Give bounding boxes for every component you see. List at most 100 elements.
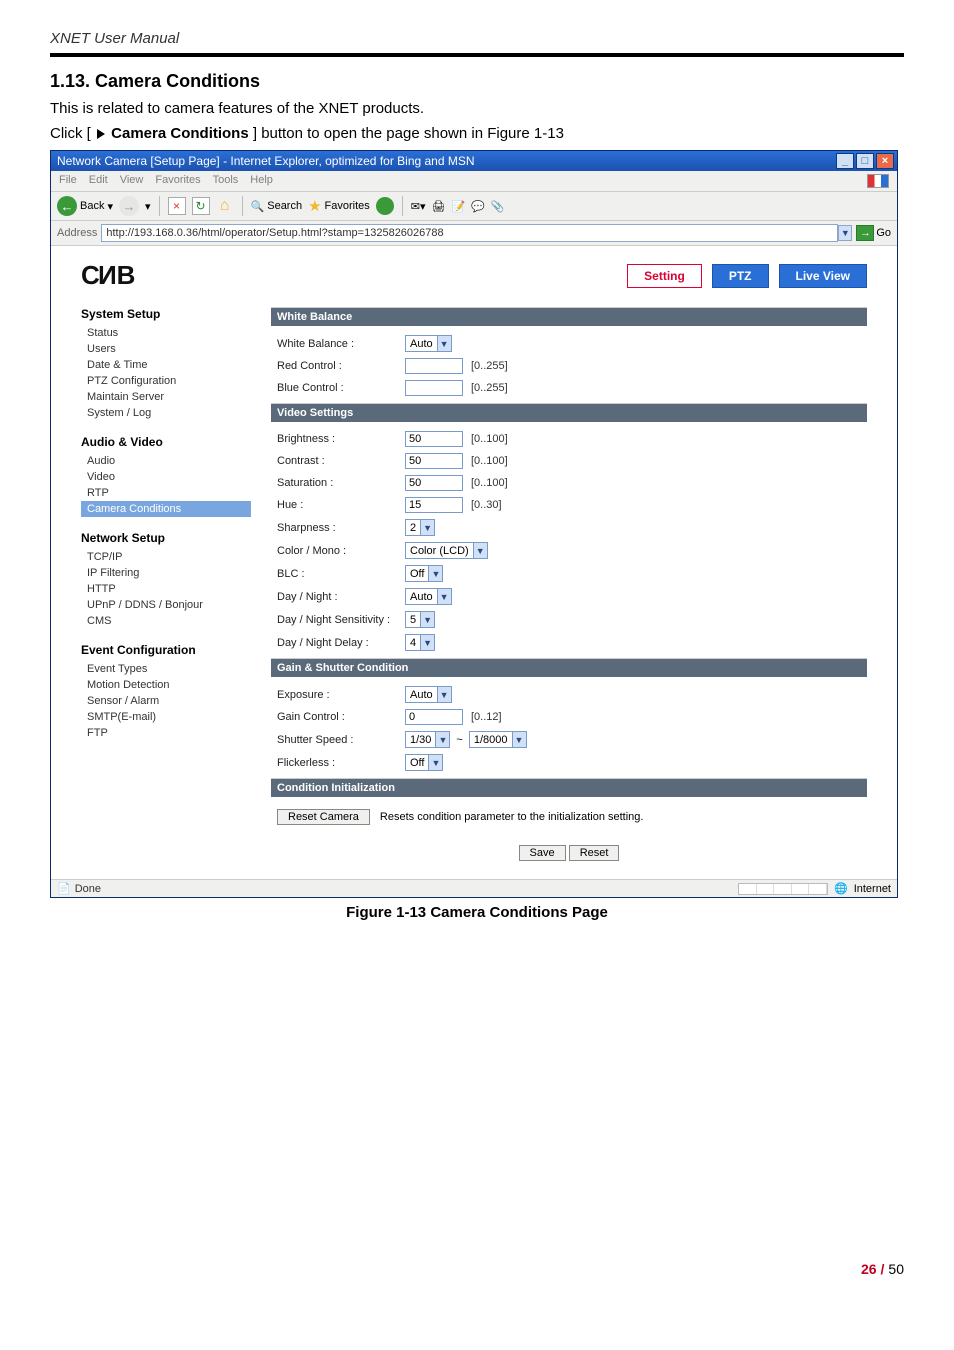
range-red: [0..255]: [471, 360, 508, 372]
discuss-icon[interactable]: 💬: [471, 200, 485, 213]
sidebar-item-camera-conditions[interactable]: Camera Conditions: [81, 501, 251, 517]
sidebar-item-upnp[interactable]: UPnP / DDNS / Bonjour: [81, 597, 251, 613]
select-white-balance[interactable]: Auto▼: [405, 335, 452, 352]
label-gain-control: Gain Control :: [277, 711, 405, 723]
label-dn-delay: Day / Night Delay :: [277, 637, 405, 649]
sidebar-item-syslog[interactable]: System / Log: [81, 405, 251, 421]
sidebar-item-users[interactable]: Users: [81, 341, 251, 357]
select-shutter-max[interactable]: 1/8000▼: [469, 731, 527, 748]
page-sep: /: [881, 1261, 885, 1277]
address-input[interactable]: [101, 224, 838, 242]
select-dn-sensitivity[interactable]: 5▼: [405, 611, 435, 628]
select-exposure[interactable]: Auto▼: [405, 686, 452, 703]
header-rule: [50, 53, 904, 57]
sidebar-item-ptz-config[interactable]: PTZ Configuration: [81, 373, 251, 389]
chevron-down-icon: ▼: [420, 635, 434, 650]
menu-file[interactable]: File: [59, 174, 77, 188]
range-blue: [0..255]: [471, 382, 508, 394]
stop-icon[interactable]: ×: [168, 197, 186, 215]
menu-edit[interactable]: Edit: [89, 174, 108, 188]
select-dn-delay[interactable]: 4▼: [405, 634, 435, 651]
mail-icon[interactable]: ✉▾: [411, 200, 426, 213]
tab-live-view[interactable]: Live View: [779, 264, 867, 288]
tab-ptz[interactable]: PTZ: [712, 264, 769, 288]
input-gain-control[interactable]: [405, 709, 463, 725]
menu-help[interactable]: Help: [250, 174, 273, 188]
history-icon[interactable]: [376, 197, 394, 215]
select-shutter-min[interactable]: 1/30▼: [405, 731, 450, 748]
range-hue: [0..30]: [471, 499, 502, 511]
sidebar-item-event-types[interactable]: Event Types: [81, 661, 251, 677]
sidebar-item-ftp[interactable]: FTP: [81, 725, 251, 741]
close-icon[interactable]: ×: [876, 153, 894, 169]
input-red-control[interactable]: [405, 358, 463, 374]
go-label: Go: [876, 227, 891, 239]
form-area: White Balance White Balance : Auto▼ Red …: [271, 307, 867, 871]
forward-button[interactable]: →: [119, 196, 139, 216]
address-dropdown-icon[interactable]: ▼: [838, 225, 852, 241]
menu-favorites[interactable]: Favorites: [155, 174, 200, 188]
reset-button[interactable]: Reset: [569, 845, 620, 861]
sidebar-item-smtp[interactable]: SMTP(E-mail): [81, 709, 251, 725]
label-blue-control: Blue Control :: [277, 382, 405, 394]
sidebar-item-ipfilter[interactable]: IP Filtering: [81, 565, 251, 581]
flag-icon: [867, 174, 889, 188]
page-footer: 26 / 50: [50, 1261, 904, 1277]
input-saturation[interactable]: [405, 475, 463, 491]
home-icon[interactable]: ⌂: [216, 197, 234, 215]
label-sharpness: Sharpness :: [277, 522, 405, 534]
chevron-down-icon: ▼: [437, 687, 451, 702]
save-button[interactable]: Save: [519, 845, 566, 861]
edit-icon[interactable]: 📝: [452, 200, 466, 213]
label-hue: Hue :: [277, 499, 405, 511]
input-blue-control[interactable]: [405, 380, 463, 396]
ie-page-icon: 📄: [57, 882, 71, 895]
research-icon[interactable]: 📎: [491, 200, 505, 213]
figure-caption: Figure 1-13 Camera Conditions Page: [50, 904, 904, 921]
sidebar-title-system: System Setup: [81, 307, 251, 321]
sidebar-item-sensor[interactable]: Sensor / Alarm: [81, 693, 251, 709]
maximize-icon[interactable]: □: [856, 153, 874, 169]
reset-camera-desc: Resets condition parameter to the initia…: [380, 811, 644, 823]
sidebar-item-maintain[interactable]: Maintain Server: [81, 389, 251, 405]
sidebar-title-event: Event Configuration: [81, 643, 251, 657]
sidebar-item-cms[interactable]: CMS: [81, 613, 251, 629]
input-hue[interactable]: [405, 497, 463, 513]
progress-bar: [738, 883, 828, 895]
sidebar-item-http[interactable]: HTTP: [81, 581, 251, 597]
menu-view[interactable]: View: [120, 174, 144, 188]
back-button[interactable]: ←Back ▾: [57, 196, 113, 216]
reset-camera-button[interactable]: Reset Camera: [277, 809, 370, 825]
sidebar-item-status[interactable]: Status: [81, 325, 251, 341]
address-bar: Address ▼ → Go: [51, 221, 897, 246]
select-daynight[interactable]: Auto▼: [405, 588, 452, 605]
sidebar-item-rtp[interactable]: RTP: [81, 485, 251, 501]
select-sharpness[interactable]: 2▼: [405, 519, 435, 536]
menu-tools[interactable]: Tools: [213, 174, 239, 188]
window-titlebar: Network Camera [Setup Page] - Internet E…: [51, 151, 897, 171]
label-exposure: Exposure :: [277, 689, 405, 701]
minimize-icon[interactable]: _: [836, 153, 854, 169]
label-shutter: Shutter Speed :: [277, 734, 405, 746]
input-brightness[interactable]: [405, 431, 463, 447]
sidebar-title-av: Audio & Video: [81, 435, 251, 449]
sidebar-item-tcpip[interactable]: TCP/IP: [81, 549, 251, 565]
select-colormono[interactable]: Color (LCD)▼: [405, 542, 488, 559]
tab-setting[interactable]: Setting: [627, 264, 702, 288]
refresh-icon[interactable]: ↻: [192, 197, 210, 215]
sidebar-item-video[interactable]: Video: [81, 469, 251, 485]
favorites-button[interactable]: ★Favorites: [308, 197, 370, 215]
select-blc[interactable]: Off▼: [405, 565, 443, 582]
chevron-down-icon: ▼: [420, 520, 434, 535]
sidebar-item-motion[interactable]: Motion Detection: [81, 677, 251, 693]
print-icon[interactable]: 🖨: [432, 200, 446, 213]
range-saturation: [0..100]: [471, 477, 508, 489]
sidebar-item-audio[interactable]: Audio: [81, 453, 251, 469]
select-flickerless[interactable]: Off▼: [405, 754, 443, 771]
toolbar: ←Back ▾ → ▾ × ↻ ⌂ 🔍 Search ★Favorites ✉▾…: [51, 192, 897, 221]
go-button[interactable]: →: [856, 225, 874, 241]
input-contrast[interactable]: [405, 453, 463, 469]
chevron-down-icon: ▼: [420, 612, 434, 627]
sidebar-item-date-time[interactable]: Date & Time: [81, 357, 251, 373]
search-button[interactable]: 🔍 Search: [251, 200, 303, 213]
